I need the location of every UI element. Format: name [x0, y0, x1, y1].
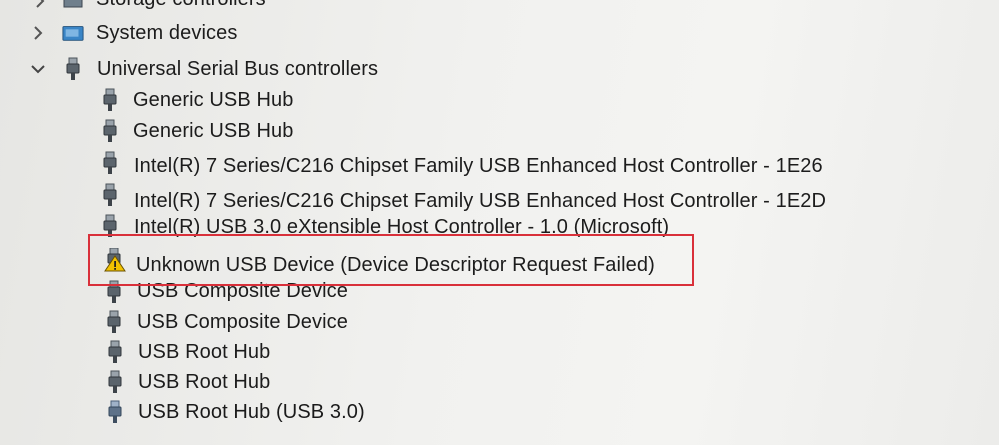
category-system-devices[interactable]: System devices	[0, 18, 400, 48]
device-label: USB Root Hub	[138, 341, 271, 363]
usb-device-item[interactable]: USB Root Hub	[0, 368, 400, 398]
device-label: USB Root Hub	[138, 371, 271, 393]
device-label: USB Composite Device	[137, 311, 348, 333]
category-label: Universal Serial Bus controllers	[97, 58, 379, 80]
usb-plug-icon	[66, 57, 80, 80]
device-label: Intel(R) 7 Series/C216 Chipset Family US…	[134, 155, 823, 177]
device-tree: Storage controllers System devices Unive…	[0, 0, 999, 445]
device-label: Intel(R) 7 Series/C216 Chipset Family US…	[134, 190, 827, 212]
usb-plug-icon	[108, 370, 122, 393]
category-storage-controllers[interactable]: Storage controllers	[0, 0, 400, 16]
usb-device-item[interactable]: USB Composite Device	[0, 308, 400, 338]
usb-device-item[interactable]: Intel(R) 7 Series/C216 Chipset Family US…	[0, 181, 860, 212]
usb-plug-icon	[108, 340, 122, 363]
device-label: Generic USB Hub	[133, 120, 294, 142]
usb-plug-icon	[103, 151, 117, 174]
usb-plug-icon	[103, 183, 117, 206]
usb-device-item[interactable]: USB Root Hub	[0, 338, 400, 368]
computer-folder-icon	[62, 26, 84, 41]
device-label: Generic USB Hub	[133, 89, 294, 111]
category-usb-controllers[interactable]: Universal Serial Bus controllers	[0, 54, 420, 84]
usb-plug-icon	[103, 88, 117, 111]
chevron-down-icon[interactable]	[30, 61, 46, 77]
chevron-right-icon[interactable]	[30, 25, 46, 41]
usb-device-item[interactable]: Generic USB Hub	[0, 117, 400, 147]
usb-device-item[interactable]: Intel(R) 7 Series/C216 Chipset Family US…	[0, 149, 860, 179]
usb-device-item[interactable]: USB Root Hub (USB 3.0)	[0, 398, 400, 428]
usb-plug-icon	[103, 119, 117, 142]
category-label: Storage controllers	[96, 0, 266, 11]
device-label: USB Root Hub (USB 3.0)	[138, 401, 365, 423]
usb-plug-icon	[108, 400, 122, 423]
usb-device-item[interactable]: Generic USB Hub	[0, 86, 400, 116]
chevron-right-icon[interactable]	[32, 0, 48, 9]
highlight-box	[88, 234, 694, 286]
usb-plug-icon	[107, 310, 121, 333]
category-label: System devices	[96, 22, 238, 44]
storage-controller-icon	[63, 0, 83, 8]
